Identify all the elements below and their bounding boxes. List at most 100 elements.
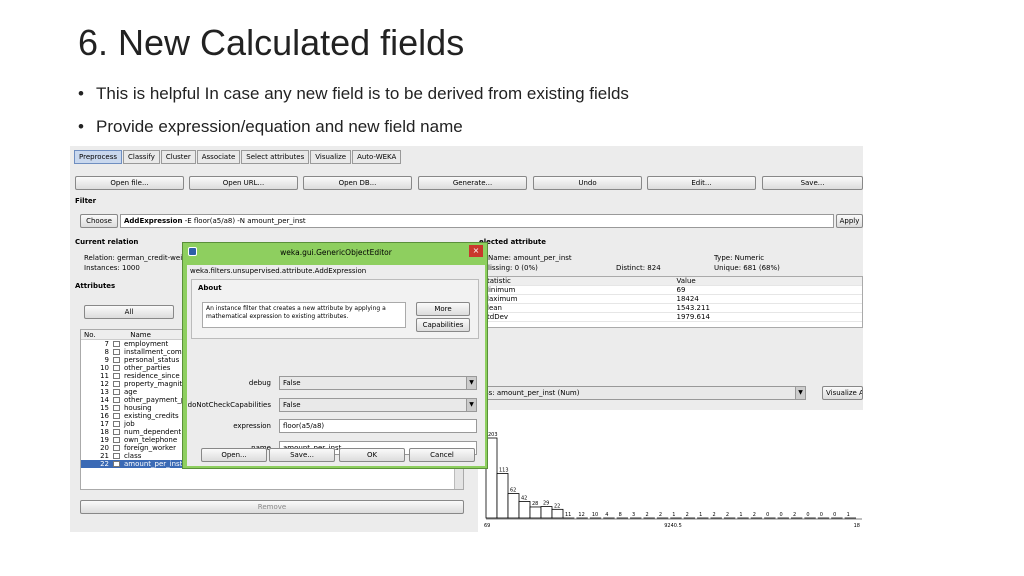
tab-bar: Preprocess Classify Cluster Associate Se…	[74, 150, 402, 164]
attribute-checkbox[interactable]	[113, 429, 120, 435]
class-select-value: ss: amount_per_inst (Num)	[485, 389, 580, 397]
attribute-name: housing	[124, 404, 152, 412]
about-panel: About An instance filter that creates a …	[191, 279, 479, 339]
attribute-name: personal_status	[124, 356, 180, 364]
cancel-button[interactable]: Cancel	[409, 448, 475, 462]
remove-button[interactable]: Remove	[80, 500, 464, 514]
chevron-down-icon: ▼	[795, 387, 805, 399]
attribute-name: property_magnitu	[124, 380, 187, 388]
visualize-all-button[interactable]: Visualize A	[822, 386, 863, 400]
tab-associate[interactable]: Associate	[196, 150, 241, 164]
do-not-check-capabilities-label: doNotCheckCapabilities	[187, 401, 271, 409]
generate-button[interactable]: Generate...	[418, 176, 527, 190]
attribute-checkbox[interactable]	[113, 413, 120, 419]
choose-button[interactable]: Choose	[80, 214, 118, 228]
statistics-table: tatistic Value linimum 69 laximum 18424 le…	[482, 276, 863, 328]
attribute-no: 22	[100, 460, 109, 468]
attribute-checkbox[interactable]	[113, 405, 120, 411]
selected-attribute-label: elected attribute	[479, 238, 546, 246]
attribute-checkbox[interactable]	[113, 365, 120, 371]
attribute-name: other_payment_p	[124, 396, 186, 404]
bullet-1-text: This is helpful In case any new field is…	[96, 84, 629, 103]
histogram-bar-label: 0	[766, 512, 769, 518]
ok-button[interactable]: OK	[339, 448, 405, 462]
histogram-bar	[507, 493, 520, 519]
histogram-bar-label: 113	[499, 467, 509, 473]
attribute-checkbox[interactable]	[113, 453, 120, 459]
class-select[interactable]: ss: amount_per_inst (Num) ▼	[481, 386, 806, 400]
attribute-name: existing_credits	[124, 412, 179, 420]
filter-field[interactable]: AddExpression -E floor(a5/a8) -N amount_…	[120, 214, 834, 228]
statistics-row: tdDev 1979.614	[483, 313, 862, 322]
histogram-axis-label: 9240.5	[664, 523, 682, 529]
debug-label: debug	[248, 379, 271, 387]
attribute-checkbox[interactable]	[113, 381, 120, 387]
open-file-button[interactable]: Open file...	[75, 176, 184, 190]
debug-value: False	[283, 379, 301, 387]
attribute-no: 19	[100, 436, 109, 444]
attribute-checkbox[interactable]	[113, 349, 120, 355]
header-no: No.	[84, 331, 96, 339]
attribute-name: other_parties	[124, 364, 171, 372]
bullet-2: • Provide expression/equation and new fie…	[78, 117, 463, 136]
attribute-checkbox[interactable]	[113, 445, 120, 451]
apply-button[interactable]: Apply	[836, 214, 863, 228]
attribute-checkbox[interactable]	[113, 341, 120, 347]
attribute-checkbox[interactable]	[113, 437, 120, 443]
attribute-name: own_telephone	[124, 436, 178, 444]
histogram-bar	[529, 506, 542, 519]
select-all-button[interactable]: All	[84, 305, 174, 319]
selected-type: Type: Numeric	[714, 254, 765, 262]
tab-preprocess[interactable]: Preprocess	[74, 150, 123, 164]
attribute-checkbox[interactable]	[113, 357, 120, 363]
dncc-value: False	[283, 401, 301, 409]
histogram-bar-label: 0	[820, 512, 823, 518]
open-button[interactable]: Open...	[201, 448, 267, 462]
histogram-bar-label: 3	[632, 512, 635, 518]
tab-classify[interactable]: Classify	[123, 150, 160, 164]
debug-select[interactable]: False ▼	[279, 376, 477, 390]
edit-button[interactable]: Edit...	[647, 176, 756, 190]
tab-auto-weka[interactable]: Auto-WEKA	[352, 150, 402, 164]
about-label: About	[198, 284, 222, 292]
attribute-no: 18	[100, 428, 109, 436]
stat-name: linimum	[487, 286, 516, 294]
attribute-checkbox[interactable]	[113, 421, 120, 427]
tab-cluster[interactable]: Cluster	[160, 150, 196, 164]
attribute-no: 12	[100, 380, 109, 388]
filter-label: Filter	[75, 197, 97, 205]
open-url-button[interactable]: Open URL...	[189, 176, 298, 190]
attributes-label: Attributes	[75, 282, 116, 290]
attribute-checkbox[interactable]	[113, 389, 120, 395]
weka-explorer-screenshot: Preprocess Classify Cluster Associate Se…	[70, 146, 863, 532]
expression-input[interactable]: floor(a5/a8)	[279, 419, 477, 433]
tab-visualize[interactable]: Visualize	[310, 150, 352, 164]
statistic-header: tatistic	[487, 277, 511, 285]
attribute-checkbox[interactable]	[113, 373, 120, 379]
dialog-body: weka.filters.unsupervised.attribute.AddE…	[187, 265, 485, 466]
attribute-name: num_dependent	[124, 428, 182, 436]
save-button[interactable]: Save...	[762, 176, 863, 190]
close-icon[interactable]: ×	[469, 245, 483, 257]
dialog-title: weka.gui.GenericObjectEditor	[280, 248, 392, 257]
open-db-button[interactable]: Open DB...	[303, 176, 412, 190]
attribute-checkbox[interactable]	[113, 397, 120, 403]
bullet-2-text: Provide expression/equation and new fiel…	[96, 117, 463, 136]
undo-button[interactable]: Undo	[533, 176, 642, 190]
attribute-checkbox[interactable]	[113, 461, 120, 467]
header-name: Name	[130, 331, 151, 339]
histogram-bar-label: 22	[554, 503, 560, 509]
dialog-save-button[interactable]: Save...	[269, 448, 335, 462]
relation-instances: Instances: 1000	[84, 264, 140, 272]
do-not-check-capabilities-select[interactable]: False ▼	[279, 398, 477, 412]
capabilities-button[interactable]: Capabilities	[416, 318, 470, 332]
histogram-bar-label: 11	[565, 512, 571, 518]
tab-select-attributes[interactable]: Select attributes	[241, 150, 310, 164]
histogram-bar-label: 2	[659, 512, 662, 518]
attribute-name: employment	[124, 340, 169, 348]
attribute-no: 13	[100, 388, 109, 396]
histogram-bar-label: 1	[847, 512, 850, 518]
histogram-axis-label: 69	[484, 523, 490, 529]
histogram: 203 113 62 42 28 29 22 11 12 10 4 8 3 2 2 1 2 1 2 2 1 2 0 0 2 0 0 0…	[478, 410, 863, 532]
more-button[interactable]: More	[416, 302, 470, 316]
